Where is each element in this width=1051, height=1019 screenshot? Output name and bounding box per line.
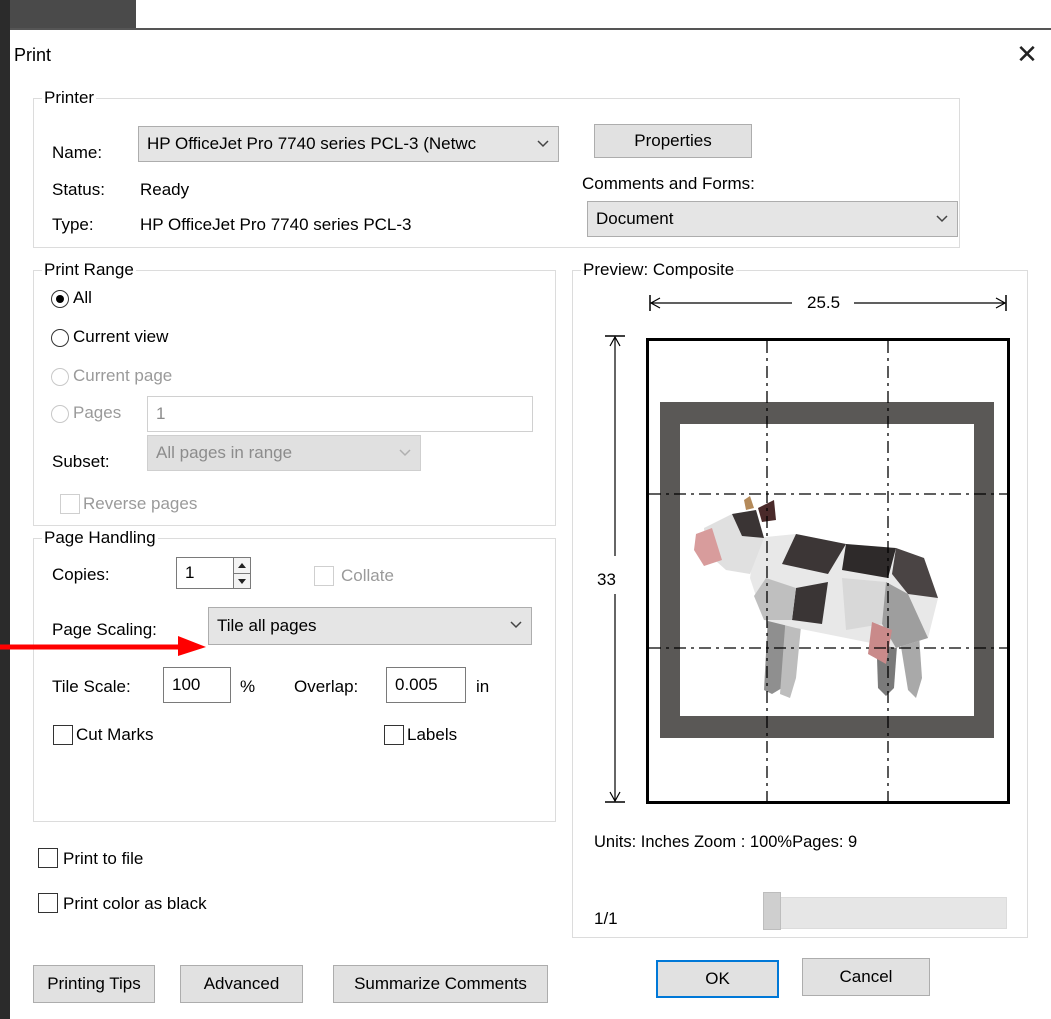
comments-forms-value: Document bbox=[596, 209, 674, 228]
page-slider-track[interactable] bbox=[763, 897, 1007, 929]
collate-label: Collate bbox=[341, 566, 394, 585]
radio-current-page[interactable] bbox=[51, 368, 69, 386]
radio-current-view-label: Current view bbox=[73, 327, 169, 346]
cut-marks-checkbox[interactable] bbox=[53, 725, 73, 745]
copies-stepper[interactable] bbox=[233, 557, 251, 589]
height-value: 33 bbox=[597, 570, 616, 589]
name-label: Name: bbox=[52, 143, 103, 162]
cancel-button[interactable]: Cancel bbox=[802, 958, 930, 996]
chevron-down-icon bbox=[537, 140, 549, 148]
preview-legend: Preview: Composite bbox=[583, 260, 735, 279]
subset-value: All pages in range bbox=[156, 443, 293, 462]
height-dimension-line bbox=[605, 335, 625, 803]
type-value: HP OfficeJet Pro 7740 series PCL-3 bbox=[140, 215, 412, 234]
preview-info: Units: Inches Zoom : 100%Pages: 9 bbox=[594, 833, 858, 851]
page-slider-thumb[interactable] bbox=[763, 892, 781, 930]
reverse-pages-checkbox[interactable] bbox=[60, 494, 80, 514]
cut-marks-label: Cut Marks bbox=[76, 725, 154, 744]
print-to-file-label: Print to file bbox=[63, 849, 144, 868]
printer-legend: Printer bbox=[44, 88, 95, 107]
page-scaling-select[interactable]: Tile all pages bbox=[208, 607, 532, 645]
radio-pages[interactable] bbox=[51, 405, 69, 423]
caret-up-icon bbox=[238, 563, 246, 568]
preview-page bbox=[646, 338, 1010, 804]
printer-name-select[interactable]: HP OfficeJet Pro 7740 series PCL-3 (Netw… bbox=[138, 126, 559, 162]
summarize-comments-button[interactable]: Summarize Comments bbox=[333, 965, 548, 1003]
properties-button[interactable]: Properties bbox=[594, 124, 752, 158]
advanced-button[interactable]: Advanced bbox=[180, 965, 303, 1003]
page-handling-group: Page Handling bbox=[33, 528, 556, 822]
copies-increment[interactable] bbox=[234, 558, 250, 574]
ok-button[interactable]: OK bbox=[656, 960, 779, 998]
subset-select[interactable]: All pages in range bbox=[147, 435, 421, 471]
page-handling-legend: Page Handling bbox=[44, 528, 156, 547]
tile-scale-input[interactable]: 100 bbox=[163, 667, 231, 703]
copies-decrement[interactable] bbox=[234, 574, 250, 589]
status-label: Status: bbox=[52, 180, 105, 199]
overlap-input[interactable]: 0.005 bbox=[386, 667, 466, 703]
background-window-strip bbox=[10, 0, 136, 30]
annotation-arrow bbox=[0, 636, 206, 656]
radio-current-page-label: Current page bbox=[73, 366, 173, 385]
pages-input[interactable]: 1 bbox=[147, 396, 533, 432]
width-value: 25.5 bbox=[807, 293, 841, 312]
tile-scale-percent: % bbox=[240, 677, 256, 696]
overlap-unit: in bbox=[476, 677, 490, 696]
tile-scale-label: Tile Scale: bbox=[52, 677, 131, 696]
printer-name-value: HP OfficeJet Pro 7740 series PCL-3 (Netw… bbox=[147, 134, 477, 153]
print-range-group: Print Range bbox=[33, 260, 556, 526]
caret-down-icon bbox=[238, 579, 246, 584]
print-color-as-black-checkbox[interactable] bbox=[38, 893, 58, 913]
copies-label: Copies: bbox=[52, 565, 110, 584]
close-button[interactable]: ✕ bbox=[1013, 40, 1041, 68]
type-label: Type: bbox=[52, 215, 94, 234]
radio-all[interactable] bbox=[51, 290, 69, 308]
labels-label: Labels bbox=[407, 725, 458, 744]
page-indicator: 1/1 bbox=[594, 909, 618, 928]
subset-label: Subset: bbox=[52, 452, 110, 471]
dialog-top-border bbox=[10, 28, 1051, 30]
dialog-title: Print bbox=[14, 45, 52, 65]
reverse-pages-label: Reverse pages bbox=[83, 494, 198, 513]
chevron-down-icon bbox=[399, 449, 411, 457]
printing-tips-button[interactable]: Printing Tips bbox=[33, 965, 155, 1003]
background-window-edge bbox=[0, 0, 10, 1019]
copies-input[interactable]: 1 bbox=[176, 557, 234, 589]
chevron-down-icon bbox=[936, 215, 948, 223]
print-to-file-checkbox[interactable] bbox=[38, 848, 58, 868]
overlap-label: Overlap: bbox=[294, 677, 359, 696]
comments-forms-label: Comments and Forms: bbox=[582, 174, 755, 193]
radio-pages-label: Pages bbox=[73, 403, 122, 422]
chevron-down-icon bbox=[510, 621, 522, 629]
collate-checkbox[interactable] bbox=[314, 566, 334, 586]
comments-forms-select[interactable]: Document bbox=[587, 201, 958, 237]
radio-current-view[interactable] bbox=[51, 329, 69, 347]
print-color-as-black-label: Print color as black bbox=[63, 894, 207, 913]
radio-all-label: All bbox=[73, 288, 92, 307]
page-scaling-value: Tile all pages bbox=[217, 616, 317, 635]
print-range-legend: Print Range bbox=[44, 260, 134, 279]
status-value: Ready bbox=[140, 180, 190, 199]
labels-checkbox[interactable] bbox=[384, 725, 404, 745]
